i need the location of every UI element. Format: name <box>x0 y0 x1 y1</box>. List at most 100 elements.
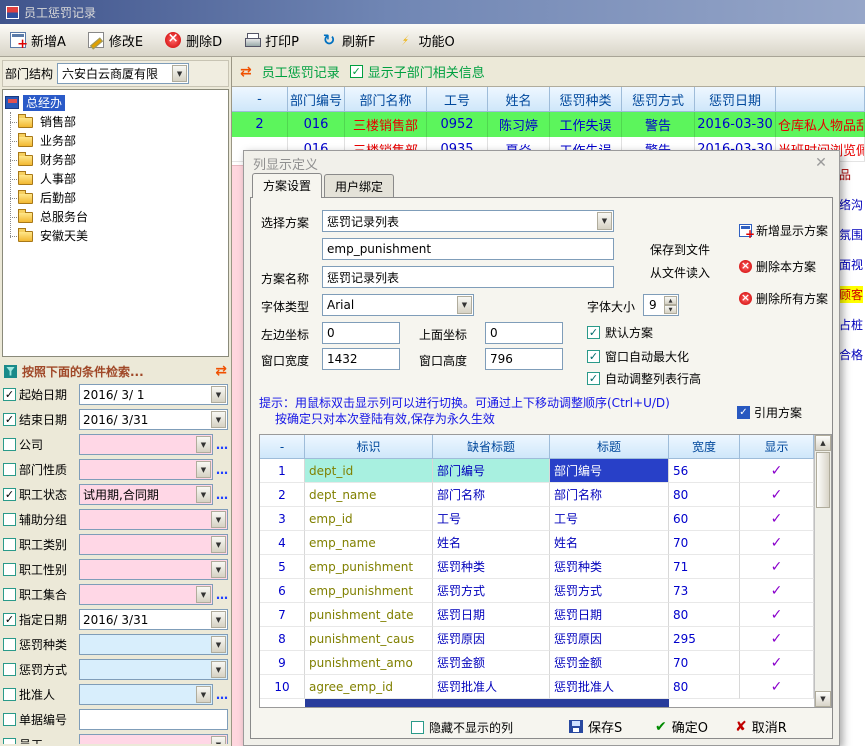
window-height-input[interactable]: 796 <box>485 348 563 370</box>
delete-scheme-button[interactable]: 删除本方案 <box>739 258 816 275</box>
close-icon[interactable]: ✕ <box>812 155 830 171</box>
ok-button[interactable]: ✔ 确定O <box>655 717 708 736</box>
filter-checkbox[interactable] <box>3 738 16 744</box>
dlg-grid-row-10[interactable]: 10agree_emp_id惩罚批准人惩罚批准人80✓ <box>260 675 831 699</box>
save-button[interactable]: 保存S <box>569 717 622 736</box>
filter-combo[interactable]: 2016/ 3/31▼ <box>79 609 228 630</box>
chevron-down-icon[interactable]: ▼ <box>211 561 226 578</box>
filter-checkbox[interactable] <box>3 563 16 576</box>
dlg-grid-row-3[interactable]: 3emp_id工号工号60✓ <box>260 507 831 531</box>
filter-combo[interactable]: ▼ <box>79 584 213 605</box>
chevron-down-icon[interactable]: ▼ <box>196 436 211 453</box>
dlg-grid-row-2[interactable]: 2dept_name部门名称部门名称80✓ <box>260 483 831 507</box>
stepper-arrows[interactable]: ▲▼ <box>664 296 677 314</box>
toolbar-delete-button[interactable]: 删除D <box>165 31 222 50</box>
default-scheme-checkbox[interactable]: ✓ 默认方案 <box>587 324 653 341</box>
filter-checkbox[interactable] <box>3 688 16 701</box>
filter-checkbox[interactable] <box>3 638 16 651</box>
tree-item-0[interactable]: 总经办 <box>5 93 226 112</box>
filter-combo[interactable]: ▼ <box>79 509 228 530</box>
filter-checkbox[interactable]: ✓ <box>3 613 16 626</box>
chevron-down-icon[interactable]: ▼ <box>211 611 226 628</box>
filter-input[interactable] <box>79 709 228 730</box>
tab-user-binding[interactable]: 用户绑定 <box>324 174 394 197</box>
chevron-down-icon[interactable]: ▼ <box>211 661 226 678</box>
chevron-down-icon[interactable]: ▼ <box>211 536 226 553</box>
dlg-grid-header-col-3[interactable]: 标题 <box>550 435 669 459</box>
down-arrow-icon[interactable]: ▼ <box>664 305 677 314</box>
filter-combo[interactable]: 试用期,合同期▼ <box>79 484 213 505</box>
swap-icon[interactable]: ⇄ <box>240 64 252 80</box>
ellipsis-button[interactable]: … <box>216 438 228 452</box>
filter-combo[interactable]: ▼ <box>79 659 228 680</box>
grid-header-col-6[interactable]: 惩罚方式 <box>622 87 695 112</box>
filter-combo[interactable]: ▼ <box>79 434 213 455</box>
grid-header-col-2[interactable]: 部门名称 <box>345 87 427 112</box>
filter-combo[interactable]: ▼ <box>79 559 228 580</box>
chevron-down-icon[interactable]: ▼ <box>211 511 226 528</box>
filter-checkbox[interactable]: ✓ <box>3 488 16 501</box>
left-coord-input[interactable]: 0 <box>322 322 400 344</box>
dlg-grid-row-8[interactable]: 8punishment_caus惩罚原因惩罚原因295✓ <box>260 627 831 651</box>
filter-checkbox[interactable] <box>3 663 16 676</box>
ellipsis-button[interactable]: … <box>216 463 228 477</box>
scheme-code-input[interactable]: emp_punishment <box>322 238 614 260</box>
tree-item-1[interactable]: 销售部 <box>5 112 226 131</box>
scheme-name-input[interactable]: 惩罚记录列表 <box>322 266 614 288</box>
dlg-grid-row-7[interactable]: 7punishment_date惩罚日期惩罚日期80✓ <box>260 603 831 627</box>
grid-header-col-5[interactable]: 惩罚种类 <box>550 87 622 112</box>
dlg-grid-header-col-0[interactable]: - <box>260 435 305 459</box>
up-arrow-icon[interactable]: ▲ <box>664 296 677 305</box>
ellipsis-button[interactable]: … <box>216 488 228 502</box>
grid-header-col-1[interactable]: 部门编号 <box>288 87 345 112</box>
chevron-down-icon[interactable]: ▼ <box>196 486 211 503</box>
load-from-file-button[interactable]: 从文件读入 <box>650 264 710 281</box>
chevron-down-icon[interactable]: ▼ <box>196 686 211 703</box>
ellipsis-button[interactable]: … <box>216 688 228 702</box>
filter-combo[interactable]: ▼ <box>79 459 213 480</box>
chevron-down-icon[interactable]: ▼ <box>597 212 612 230</box>
grid-header-col-8[interactable] <box>776 87 865 112</box>
filter-checkbox[interactable] <box>3 538 16 551</box>
dlg-grid-row-9[interactable]: 9punishment_amo惩罚金额惩罚金额70✓ <box>260 651 831 675</box>
filter-checkbox[interactable] <box>3 713 16 726</box>
chevron-down-icon[interactable]: ▼ <box>211 736 226 744</box>
tree-item-2[interactable]: 业务部 <box>5 131 226 150</box>
tree-item-4[interactable]: 人事部 <box>5 169 226 188</box>
auto-maximize-checkbox[interactable]: ✓ 窗口自动最大化 <box>587 348 689 365</box>
filter-combo[interactable]: 2016/ 3/31▼ <box>79 409 228 430</box>
toolbar-print-button[interactable]: 打印P <box>244 31 299 50</box>
scroll-thumb[interactable] <box>816 452 830 508</box>
dlg-grid-row-4[interactable]: 4emp_name姓名姓名70✓ <box>260 531 831 555</box>
font-type-select[interactable]: Arial ▼ <box>322 294 474 316</box>
window-width-input[interactable]: 1432 <box>322 348 400 370</box>
delete-all-schemes-button[interactable]: 删除所有方案 <box>739 290 828 307</box>
filter-combo[interactable]: ▼ <box>79 734 228 744</box>
filter-checkbox[interactable] <box>3 588 16 601</box>
pin-swap-icon[interactable]: ⇄ <box>215 363 227 379</box>
tree-item-3[interactable]: 财务部 <box>5 150 226 169</box>
chevron-down-icon[interactable]: ▼ <box>196 586 211 603</box>
dlg-grid-header-col-4[interactable]: 宽度 <box>669 435 740 459</box>
dlg-grid-row-1[interactable]: 1dept_id部门编号部门编号56✓ <box>260 459 831 483</box>
scroll-up-icon[interactable]: ▲ <box>815 435 831 451</box>
scroll-track[interactable] <box>815 509 831 691</box>
filter-checkbox[interactable] <box>3 438 16 451</box>
filter-combo[interactable]: ▼ <box>79 534 228 555</box>
scheme-select[interactable]: 惩罚记录列表 ▼ <box>322 210 614 232</box>
grid-header-col-4[interactable]: 姓名 <box>488 87 550 112</box>
chevron-down-icon[interactable]: ▼ <box>457 296 472 314</box>
cancel-button[interactable]: ✘ 取消R <box>735 717 787 736</box>
dlg-grid-header-col-1[interactable]: 标识 <box>305 435 433 459</box>
filter-combo[interactable]: 2016/ 3/ 1▼ <box>79 384 228 405</box>
toolbar-refresh-button[interactable]: ↻刷新F <box>321 31 375 50</box>
filter-checkbox[interactable] <box>3 513 16 526</box>
company-select[interactable]: 六安白云商厦有限 ▼ <box>57 63 189 84</box>
toolbar-edit-button[interactable]: 修改E <box>88 31 143 50</box>
dlg-grid-header-col-2[interactable]: 缺省标题 <box>433 435 550 459</box>
grid-header-col-0[interactable]: - <box>232 87 288 112</box>
reference-scheme-button[interactable]: ✓ 引用方案 <box>737 404 802 421</box>
dlg-grid-row-5[interactable]: 5emp_punishment惩罚种类惩罚种类71✓ <box>260 555 831 579</box>
tree-item-6[interactable]: 总服务台 <box>5 207 226 226</box>
ellipsis-button[interactable]: … <box>216 588 228 602</box>
